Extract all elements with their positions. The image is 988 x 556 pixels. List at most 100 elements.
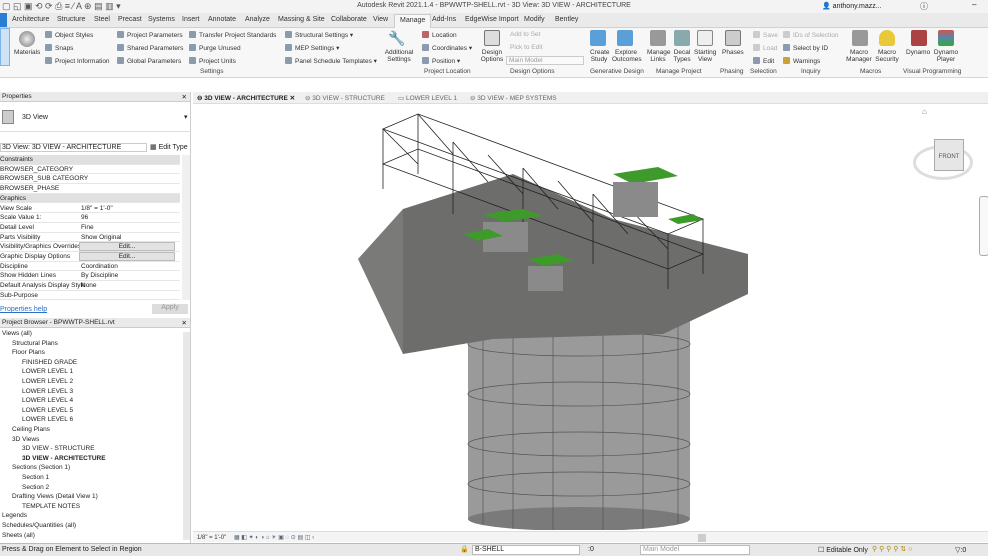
property-value[interactable]: Coordination <box>81 263 118 270</box>
edit-button[interactable]: Edit... <box>79 242 175 252</box>
purge-unused-button[interactable]: Purge Unused <box>189 44 241 52</box>
warnings-button[interactable]: Warnings <box>783 57 820 65</box>
property-value[interactable]: 1/8" = 1'-0" <box>81 205 113 212</box>
browser-item[interactable]: Schedules/Quantities (all) <box>2 522 76 529</box>
apply-button[interactable]: Apply <box>152 304 188 314</box>
close-icon[interactable]: ✕ <box>182 93 187 101</box>
edit-selection-button[interactable]: Edit <box>753 57 774 65</box>
property-row[interactable]: Parts Visibility Show Original <box>0 233 180 243</box>
tab-analyze[interactable]: Analyze <box>245 16 270 23</box>
tab-systems[interactable]: Systems <box>148 16 175 23</box>
tab-insert[interactable]: Insert <box>182 16 200 23</box>
ids-of-selection-button[interactable]: IDs of Selection <box>783 31 839 39</box>
explore-outcomes-button[interactable]: Explore Outcomes <box>612 49 642 63</box>
tab-structure[interactable]: Structure <box>57 16 85 23</box>
property-value[interactable]: 96 <box>81 214 88 221</box>
property-row[interactable]: Visibility/Graphics Overrides Edit... <box>0 242 180 252</box>
browser-item[interactable]: Structural Plans <box>12 340 58 347</box>
tab-manage[interactable]: Manage <box>394 14 432 28</box>
horizontal-scrollbar[interactable] <box>698 534 706 542</box>
browser-item[interactable]: Section 1 <box>22 474 49 481</box>
browser-item[interactable]: Legends <box>2 512 27 519</box>
property-row[interactable]: BROWSER_CATEGORY <box>0 165 180 175</box>
shared-parameters-button[interactable]: Shared Parameters <box>117 44 183 52</box>
add-to-set-button[interactable]: Add to Set <box>510 31 540 38</box>
selection-option-icons[interactable]: ⚲ ⚲ ⚲ ⚲ ⇅ ○ <box>872 545 912 553</box>
coordinates-button[interactable]: Coordinates ▾ <box>422 44 472 52</box>
materials-button[interactable]: Materials <box>14 49 40 56</box>
modify-button[interactable] <box>0 28 10 66</box>
tab-architecture[interactable]: Architecture <box>12 16 49 23</box>
browser-item[interactable]: Floor Plans <box>12 349 45 356</box>
macro-manager-button[interactable]: Macro Manager <box>846 49 872 63</box>
tab-annotate[interactable]: Annotate <box>208 16 236 23</box>
property-row[interactable]: Default Analysis Display Style None <box>0 281 180 291</box>
manage-links-button[interactable]: Manage Links <box>647 49 671 63</box>
properties-help-link[interactable]: Properties help <box>0 306 47 313</box>
filter-icon[interactable]: ▽:0 <box>955 546 966 554</box>
project-information-button[interactable]: Project Information <box>45 57 110 65</box>
tab-add-ins[interactable]: Add-Ins <box>432 16 456 23</box>
browser-item[interactable]: Views (all) <box>2 330 32 337</box>
browser-item[interactable]: LOWER LEVEL 2 <box>22 378 73 385</box>
starting-view-button[interactable]: Starting View <box>694 49 716 63</box>
browser-item[interactable]: 3D Views <box>12 436 39 443</box>
viewcube[interactable]: FRONT <box>934 139 964 171</box>
browser-item[interactable]: LOWER LEVEL 6 <box>22 416 73 423</box>
object-styles-button[interactable]: Object Styles <box>45 31 93 39</box>
browser-item[interactable]: Section 2 <box>22 484 49 491</box>
view-tab-3d-structure[interactable]: ⊖ 3D VIEW - STRUCTURE <box>305 94 385 102</box>
browser-item[interactable]: LOWER LEVEL 5 <box>22 407 73 414</box>
navigation-bar[interactable] <box>979 196 988 256</box>
panel-schedule-templates-button[interactable]: Panel Schedule Templates ▾ <box>285 57 377 65</box>
property-value[interactable]: By Discipline <box>81 272 118 279</box>
property-row[interactable]: Discipline Coordination <box>0 262 180 272</box>
tab-bentley[interactable]: Bentley <box>555 16 578 23</box>
home-icon[interactable]: ⌂ <box>922 107 927 116</box>
project-parameters-button[interactable]: Project Parameters <box>117 31 183 39</box>
save-selection-button[interactable]: Save <box>753 31 778 39</box>
global-parameters-button[interactable]: Global Parameters <box>117 57 181 65</box>
edit-type-button[interactable]: ▦ Edit Type <box>150 143 188 151</box>
close-icon[interactable]: ✕ <box>182 319 187 327</box>
browser-item[interactable]: TEMPLATE NOTES <box>22 503 80 510</box>
3d-viewport[interactable] <box>193 104 988 530</box>
design-option-status-select[interactable]: Main Model <box>640 545 750 555</box>
browser-item[interactable]: LOWER LEVEL 3 <box>22 388 73 395</box>
structural-settings-button[interactable]: Structural Settings ▾ <box>285 31 353 39</box>
edit-button[interactable]: Edit... <box>79 252 175 261</box>
browser-item[interactable]: Drafting Views (Detail View 1) <box>12 493 98 500</box>
view-scale[interactable]: 1/8" = 1'-0" <box>197 535 226 541</box>
property-row[interactable]: Show Hidden Lines By Discipline <box>0 271 180 282</box>
tab-view[interactable]: View <box>373 16 388 23</box>
property-row[interactable]: BROWSER_SUB CATEGORY <box>0 174 180 185</box>
browser-item[interactable]: Sections (Section 1) <box>12 464 70 471</box>
pick-to-edit-button[interactable]: Pick to Edit <box>510 44 543 51</box>
property-row[interactable]: Sub-Purpose <box>0 291 180 301</box>
position-button[interactable]: Position ▾ <box>422 57 460 65</box>
user-menu[interactable]: 👤 anthony.mazz... <box>822 2 882 10</box>
property-row[interactable]: Scale Value 1: 96 <box>0 213 180 223</box>
location-button[interactable]: Location <box>422 31 457 39</box>
browser-item[interactable]: 3D VIEW - STRUCTURE <box>22 445 95 452</box>
property-value[interactable]: None <box>81 282 97 289</box>
view-tab-3d-architecture[interactable]: ⊖ 3D VIEW - ARCHITECTURE ✕ <box>197 94 295 102</box>
macro-security-button[interactable]: Macro Security <box>874 49 900 63</box>
property-section[interactable]: Graphics <box>0 193 180 204</box>
property-section[interactable]: Constraints <box>0 155 180 165</box>
tab-edgewise-import[interactable]: EdgeWise Import <box>465 16 519 23</box>
workset-select[interactable]: B-SHELL <box>472 545 580 555</box>
browser-item[interactable]: LOWER LEVEL 4 <box>22 397 73 404</box>
mep-settings-button[interactable]: MEP Settings ▾ <box>285 44 339 52</box>
property-row[interactable]: BROWSER_PHASE <box>0 184 180 194</box>
property-value[interactable]: Show Original <box>81 234 121 241</box>
tab-precast[interactable]: Precast <box>118 16 142 23</box>
minimize-button[interactable]: – <box>972 0 976 9</box>
browser-item[interactable]: Sheets (all) <box>2 532 35 539</box>
phases-button[interactable]: Phases <box>722 49 744 56</box>
editable-only-checkbox[interactable]: ☐ Editable Only <box>818 546 868 554</box>
decal-types-button[interactable]: Decal Types <box>672 49 692 63</box>
view-tab-3d-mep-systems[interactable]: ⊖ 3D VIEW - MEP SYSTEMS <box>470 94 557 102</box>
file-tab[interactable] <box>0 13 7 27</box>
tab-collaborate[interactable]: Collaborate <box>331 16 367 23</box>
